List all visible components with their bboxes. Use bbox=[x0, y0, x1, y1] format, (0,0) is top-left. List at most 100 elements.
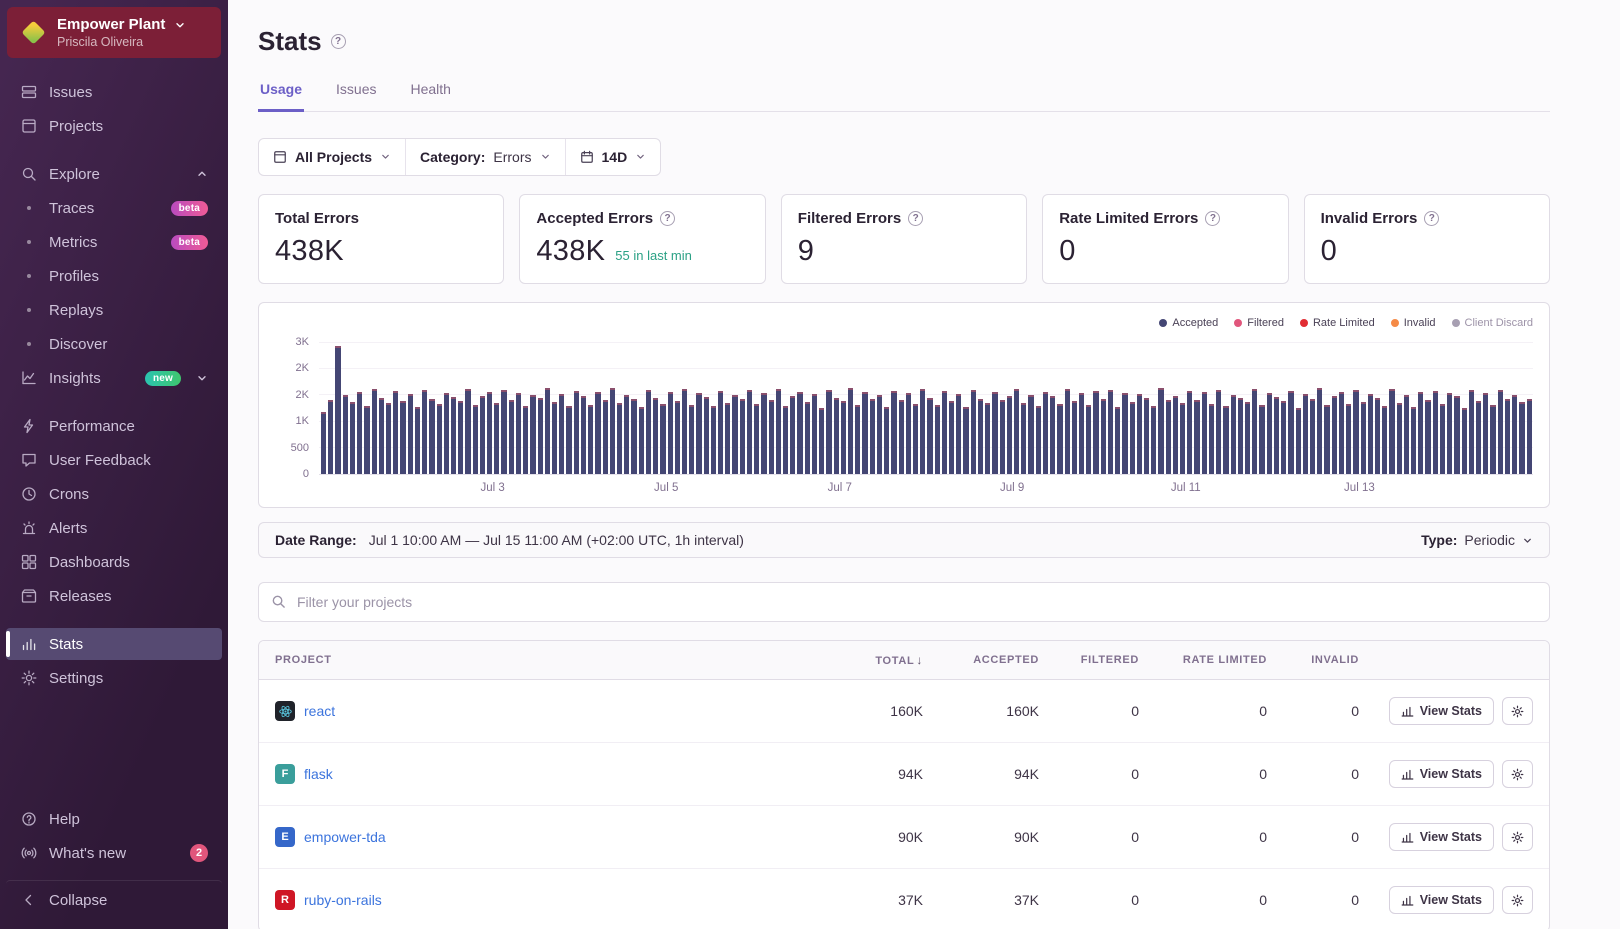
project-settings-button[interactable] bbox=[1502, 760, 1533, 788]
chart-bar bbox=[1172, 396, 1179, 474]
project-settings-button[interactable] bbox=[1502, 886, 1533, 914]
help-icon[interactable]: ? bbox=[908, 211, 924, 226]
sidebar-item-label: Stats bbox=[49, 635, 84, 653]
sidebar-item-releases[interactable]: Releases bbox=[6, 580, 222, 612]
view-stats-button[interactable]: View Stats bbox=[1388, 886, 1494, 914]
stat-card-value: 438K bbox=[275, 235, 344, 267]
chart-bar bbox=[934, 405, 940, 474]
sidebar-item-performance[interactable]: Performance bbox=[6, 410, 222, 442]
column-header-invalid[interactable]: Invalid bbox=[1279, 642, 1371, 678]
chart-bar bbox=[1180, 403, 1186, 474]
chart-x-axis: Jul 3 Jul 5 Jul 7 Jul 9 Jul 11 Jul 13 bbox=[319, 475, 1533, 497]
column-header-filtered[interactable]: Filtered bbox=[1051, 642, 1151, 678]
chart-bar bbox=[667, 392, 673, 474]
chart-bar bbox=[1216, 389, 1222, 474]
beta-badge: beta bbox=[170, 200, 208, 216]
project-settings-button[interactable] bbox=[1502, 823, 1533, 851]
view-stats-button[interactable]: View Stats bbox=[1388, 823, 1494, 851]
chart-bar bbox=[869, 399, 875, 474]
sidebar-item-insights[interactable]: Insights new bbox=[6, 362, 222, 394]
table-row: F flask 94K 94K 0 0 0 View Stats bbox=[259, 743, 1549, 806]
sidebar-item-label: Settings bbox=[49, 669, 104, 687]
sidebar-item-label: Collapse bbox=[49, 891, 108, 909]
sidebar-item-alerts[interactable]: Alerts bbox=[6, 512, 222, 544]
chart-bar bbox=[768, 399, 774, 474]
legend-item-accepted[interactable]: Accepted bbox=[1159, 317, 1218, 329]
legend-item-invalid[interactable]: Invalid bbox=[1390, 317, 1436, 329]
project-link[interactable]: empower-tda bbox=[304, 829, 386, 845]
sidebar-item-settings[interactable]: Settings bbox=[6, 662, 222, 694]
help-icon[interactable]: ? bbox=[1424, 211, 1440, 226]
help-icon[interactable]: ? bbox=[660, 211, 676, 226]
tab-health[interactable]: Health bbox=[409, 81, 453, 112]
chart-bar bbox=[638, 406, 644, 474]
bar-chart-icon bbox=[1401, 706, 1414, 717]
main-content: Stats ? Usage Issues Health All Projects… bbox=[228, 0, 1620, 929]
sidebar-item-whats-new[interactable]: What's new 2 bbox=[6, 837, 222, 869]
chart-bar bbox=[1483, 393, 1489, 474]
sidebar-section-explore[interactable]: Explore bbox=[6, 158, 222, 190]
chart-bar bbox=[985, 403, 991, 474]
column-header-total[interactable]: Total ↓ bbox=[831, 641, 935, 679]
sidebar-item-metrics[interactable]: Metrics beta bbox=[6, 226, 222, 258]
sidebar-item-replays[interactable]: Replays bbox=[6, 294, 222, 326]
bullet-icon bbox=[20, 199, 38, 217]
chart-bar bbox=[718, 391, 724, 474]
sidebar-item-dashboards[interactable]: Dashboards bbox=[6, 546, 222, 578]
sidebar-item-crons[interactable]: Crons bbox=[6, 478, 222, 510]
sidebar-item-discover[interactable]: Discover bbox=[6, 328, 222, 360]
project-search-input[interactable] bbox=[258, 582, 1550, 622]
view-stats-button[interactable]: View Stats bbox=[1388, 697, 1494, 725]
x-tick-label: Jul 13 bbox=[1344, 482, 1375, 494]
org-switcher[interactable]: Empower Plant Priscila Oliveira bbox=[7, 7, 221, 58]
sidebar-item-projects[interactable]: Projects bbox=[6, 110, 222, 142]
help-icon bbox=[20, 810, 38, 828]
sidebar-collapse-button[interactable]: Collapse bbox=[6, 880, 222, 916]
chart-bar bbox=[1078, 393, 1085, 474]
chart-bar bbox=[1194, 399, 1200, 474]
column-header-rate-limited[interactable]: Rate Limited bbox=[1151, 642, 1279, 678]
chart-bar bbox=[559, 393, 565, 474]
org-user-name: Priscila Oliveira bbox=[57, 35, 144, 49]
chart-bar bbox=[1309, 399, 1316, 474]
view-stats-button[interactable]: View Stats bbox=[1388, 760, 1494, 788]
chart-bar bbox=[1028, 394, 1034, 474]
column-header-project[interactable]: Project bbox=[259, 642, 831, 678]
chart-bar bbox=[811, 394, 818, 474]
stat-card-accepted-errors: Accepted Errors? 438K 55 in last min bbox=[519, 194, 766, 284]
chart-bar bbox=[739, 398, 745, 474]
project-link[interactable]: ruby-on-rails bbox=[304, 892, 382, 908]
chart-bar bbox=[710, 406, 717, 474]
sidebar-item-label: Releases bbox=[49, 587, 112, 605]
chart-bar bbox=[1411, 406, 1417, 474]
tab-usage[interactable]: Usage bbox=[258, 81, 305, 112]
sidebar-item-traces[interactable]: Traces beta bbox=[6, 192, 222, 224]
sidebar-item-profiles[interactable]: Profiles bbox=[6, 260, 222, 292]
sidebar-item-issues[interactable]: Issues bbox=[6, 76, 222, 108]
sidebar-item-help[interactable]: Help bbox=[6, 803, 222, 835]
project-link[interactable]: flask bbox=[304, 766, 333, 782]
chart-bar bbox=[876, 395, 883, 474]
bar-chart-icon bbox=[1401, 832, 1414, 843]
chart-bar bbox=[1504, 399, 1511, 474]
tab-issues[interactable]: Issues bbox=[334, 81, 378, 112]
project-settings-button[interactable] bbox=[1502, 697, 1533, 725]
date-range-dropdown[interactable]: 14D bbox=[564, 139, 661, 175]
project-filter-dropdown[interactable]: All Projects bbox=[259, 139, 405, 175]
sidebar-item-stats[interactable]: Stats bbox=[6, 628, 222, 660]
stat-card-invalid-errors: Invalid Errors? 0 bbox=[1303, 194, 1550, 284]
legend-label: Client Discard bbox=[1464, 317, 1533, 329]
project-link[interactable]: react bbox=[304, 703, 335, 719]
type-dropdown[interactable]: Type: Periodic bbox=[1421, 532, 1533, 548]
column-header-accepted[interactable]: Accepted bbox=[935, 642, 1051, 678]
legend-item-rate-limited[interactable]: Rate Limited bbox=[1299, 317, 1375, 329]
page-help-icon[interactable]: ? bbox=[330, 34, 346, 49]
chart-bar bbox=[1143, 397, 1150, 474]
chart-bar bbox=[580, 396, 587, 474]
legend-item-filtered[interactable]: Filtered bbox=[1234, 317, 1284, 329]
help-icon[interactable]: ? bbox=[1205, 211, 1221, 226]
sidebar-item-user-feedback[interactable]: User Feedback bbox=[6, 444, 222, 476]
category-filter-dropdown[interactable]: Category: Errors bbox=[405, 139, 564, 175]
chart-bar bbox=[912, 403, 919, 474]
legend-item-client-discard[interactable]: Client Discard bbox=[1451, 317, 1533, 329]
